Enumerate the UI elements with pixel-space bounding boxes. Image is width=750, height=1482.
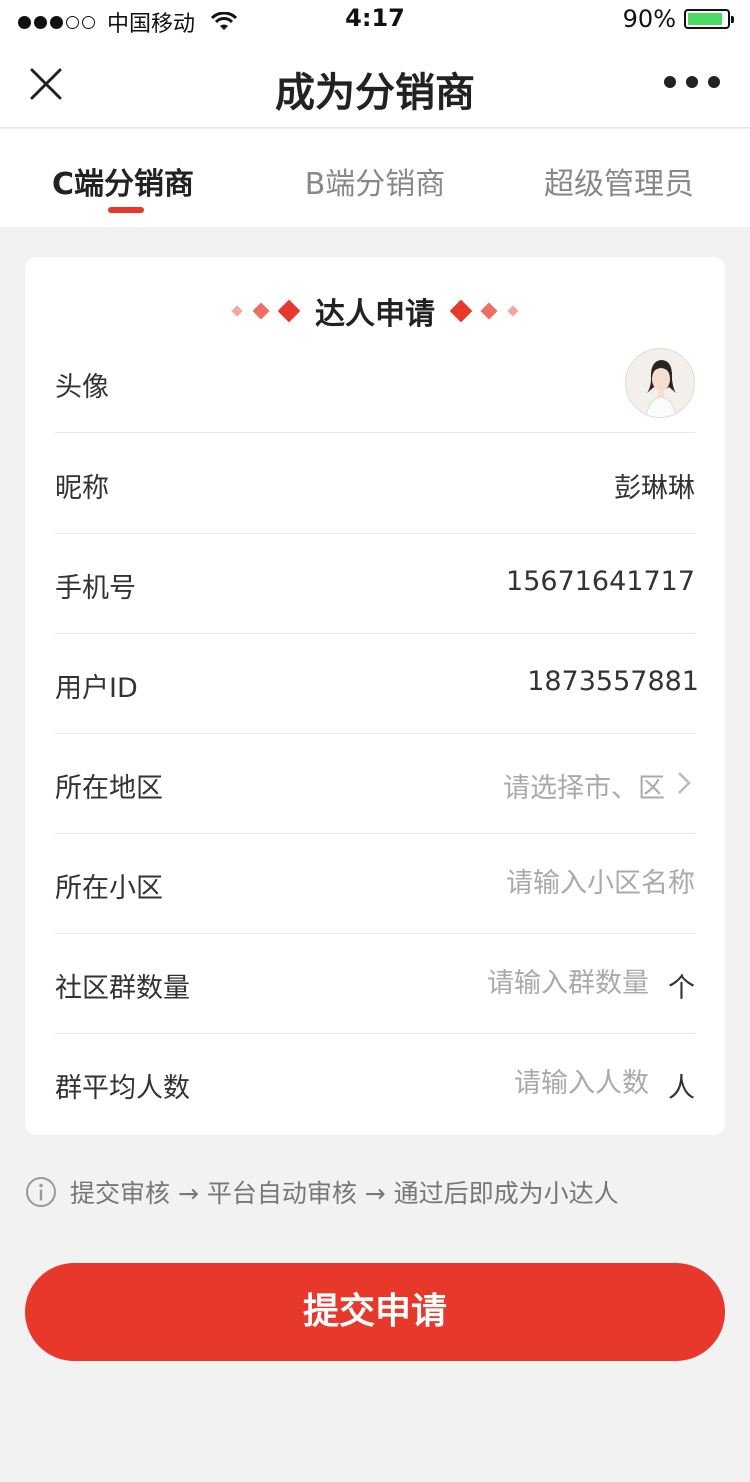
diamond-decoration-right	[449, 299, 519, 323]
group-avg-input[interactable]	[349, 1060, 649, 1106]
region-label: 所在地区	[55, 773, 163, 804]
diamond-decoration-left	[231, 299, 301, 323]
community-label: 所在小区	[55, 873, 163, 904]
avatar-row[interactable]: 头像	[55, 333, 695, 433]
tab-bar: C端分销商 B端分销商 超级管理员	[0, 129, 750, 227]
group-avg-unit: 人	[668, 1073, 695, 1104]
group-avg-label: 群平均人数	[55, 1073, 190, 1104]
tip-text: 提交审核 → 平台自动审核 → 通过后即成为小达人	[70, 1179, 619, 1208]
battery-icon	[684, 9, 734, 29]
card-title: 达人申请	[315, 297, 435, 332]
more-icon[interactable]	[664, 76, 720, 88]
avatar[interactable]	[625, 348, 695, 418]
phone-row: 手机号 15671641717	[55, 534, 695, 634]
phone-label: 手机号	[55, 573, 136, 604]
battery-fill	[688, 13, 723, 25]
nav-bar: 成为分销商	[0, 40, 750, 128]
application-card: 达人申请 头像 昵称 彭琳琳 手机号 15671641717 用户ID 1873…	[25, 257, 725, 1135]
phone-value: 15671641717	[506, 566, 695, 597]
user-id-row: 用户ID 1873557881	[55, 634, 699, 734]
community-input[interactable]	[375, 860, 695, 906]
community-row: 所在小区	[55, 834, 695, 934]
nickname-label: 昵称	[55, 473, 109, 504]
info-icon	[26, 1177, 56, 1207]
card-header: 达人申请	[25, 291, 725, 332]
group-count-input[interactable]	[349, 960, 649, 1006]
avatar-image	[626, 349, 694, 417]
group-count-unit: 个	[668, 973, 695, 1004]
tab-active-indicator	[108, 207, 144, 213]
process-tip: 提交审核 → 平台自动审核 → 通过后即成为小达人	[25, 1174, 619, 1210]
nickname-value: 彭琳琳	[614, 473, 695, 504]
tab-super-admin[interactable]: 超级管理员	[544, 159, 694, 203]
region-row[interactable]: 所在地区 请选择市、区	[55, 734, 695, 834]
status-right: 90%	[622, 5, 734, 33]
page-title: 成为分销商	[275, 70, 475, 116]
region-select[interactable]: 请选择市、区	[503, 766, 665, 805]
user-id-label: 用户ID	[55, 673, 138, 704]
status-bar: 中国移动 4:17 90%	[0, 0, 750, 40]
chevron-right-icon	[678, 772, 691, 794]
group-avg-row: 群平均人数 人	[55, 1034, 695, 1134]
user-id-value: 1873557881	[527, 666, 699, 697]
battery-percent: 90%	[622, 5, 676, 33]
submit-button[interactable]: 提交申请	[25, 1263, 725, 1361]
avatar-label: 头像	[55, 372, 109, 403]
group-count-label: 社区群数量	[55, 973, 190, 1004]
nickname-row: 昵称 彭琳琳	[55, 434, 695, 534]
group-count-row: 社区群数量 个	[55, 934, 695, 1034]
